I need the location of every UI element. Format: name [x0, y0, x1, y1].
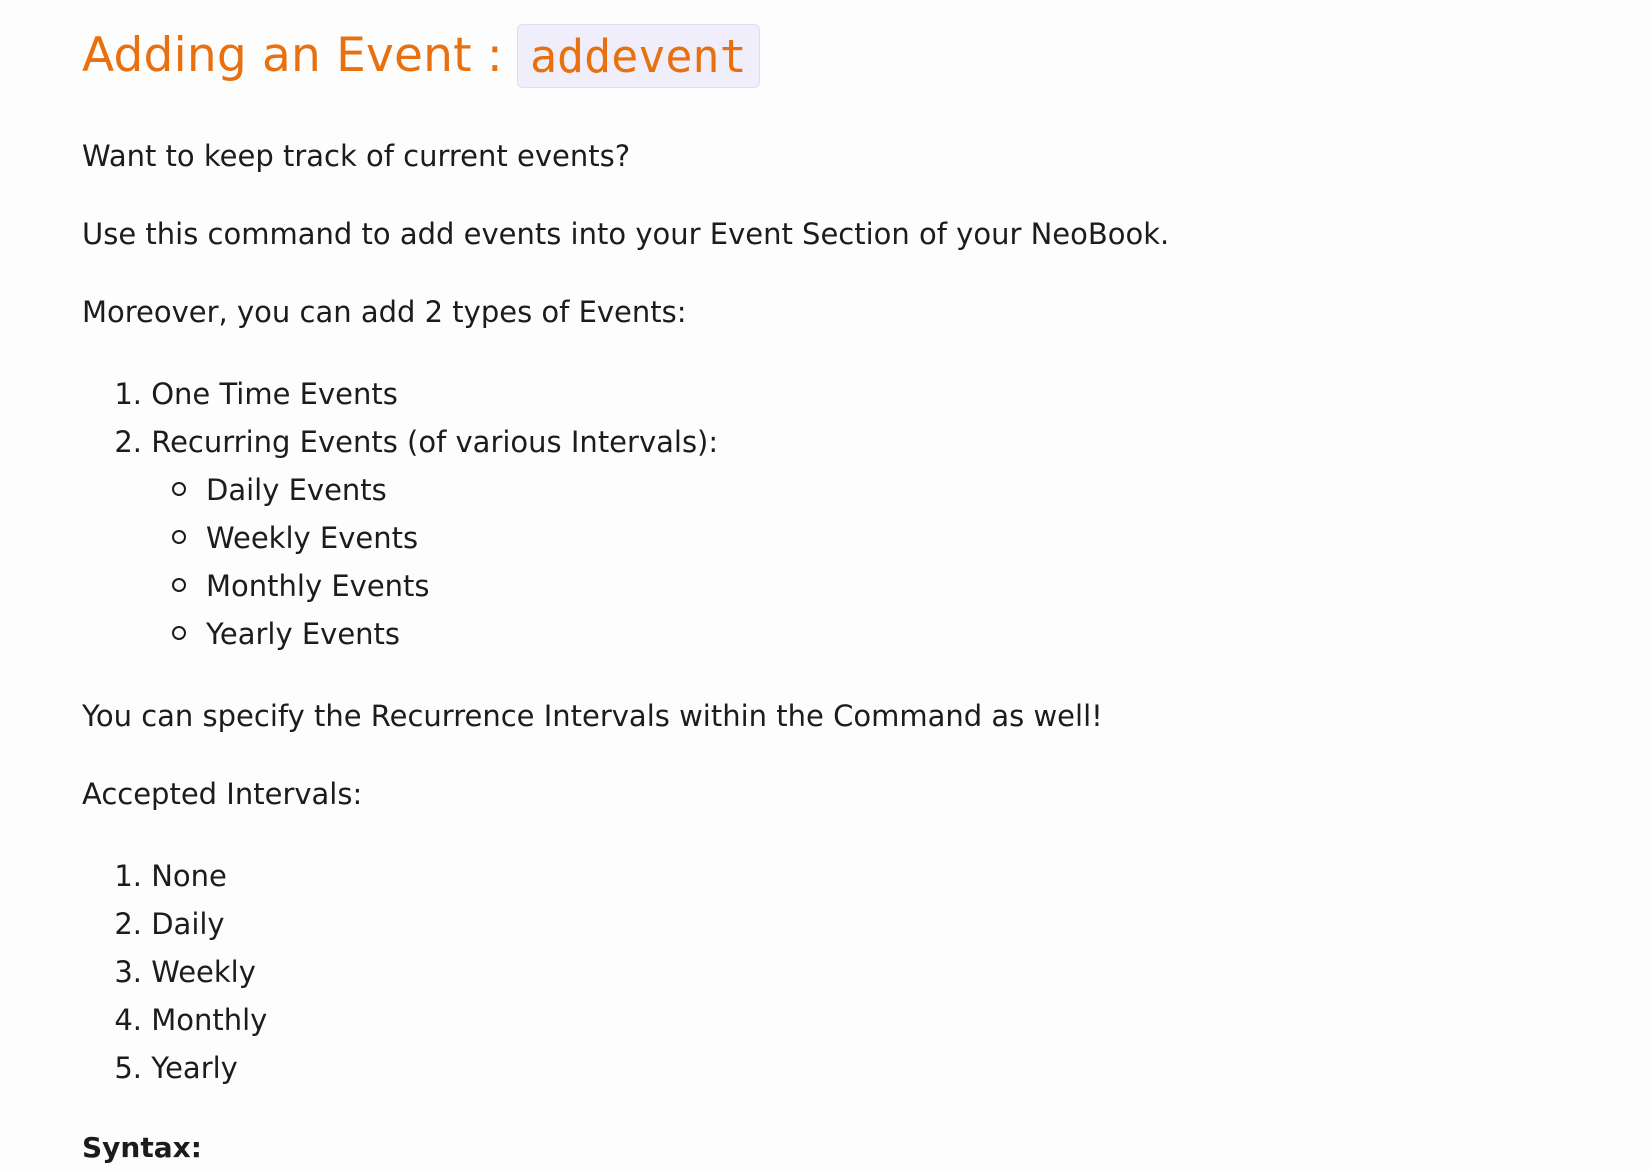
intervals-list: 1. None 2. Daily 3. Weekly 4. Monthly 5.… [82, 852, 1650, 1092]
list-number: 4. [114, 1003, 142, 1037]
list-item: 1. None [82, 852, 1650, 900]
page-title: Adding an Event : addevent [82, 24, 1650, 88]
list-item: 2. Daily [82, 900, 1650, 948]
list-item: 1. One Time Events [82, 370, 1650, 418]
sub-list-item: Daily Events [82, 466, 1650, 514]
sub-list-item-label: Monthly Events [206, 569, 430, 603]
list-item-label: Yearly [151, 1051, 238, 1085]
intervals-heading: Accepted Intervals: [82, 777, 363, 811]
list-item-label: Monthly [151, 1003, 268, 1037]
intro-paragraph-1: Want to keep track of current events? [82, 139, 631, 173]
list-number: 2. [114, 907, 142, 941]
list-item-label: One Time Events [151, 377, 398, 411]
circle-bullet-icon [172, 578, 186, 592]
sub-list-item: Monthly Events [82, 562, 1650, 610]
list-item: 4. Monthly [82, 996, 1650, 1044]
list-number: 1. [114, 377, 142, 411]
circle-bullet-icon [172, 530, 186, 544]
list-item: 5. Yearly [82, 1044, 1650, 1092]
command-code: addevent [516, 24, 760, 88]
sub-list-item: Weekly Events [82, 514, 1650, 562]
intro-paragraph-2: Use this command to add events into your… [82, 217, 1170, 251]
syntax-heading: Syntax: [82, 1131, 202, 1164]
list-number: 5. [114, 1051, 142, 1085]
list-item-label: None [151, 859, 227, 893]
event-types-list: 1. One Time Events 2. Recurring Events (… [82, 370, 1650, 658]
list-item-label: Recurring Events (of various Intervals): [151, 425, 719, 459]
document-page: Adding an Event : addevent Want to keep … [0, 0, 1650, 1170]
list-item-label: Weekly [151, 955, 256, 989]
list-number: 2. [114, 425, 142, 459]
recurrence-note: You can specify the Recurrence Intervals… [82, 699, 1103, 733]
list-item: 3. Weekly [82, 948, 1650, 996]
sub-list-item-label: Yearly Events [206, 617, 401, 651]
list-number: 1. [114, 859, 142, 893]
list-item: 2. Recurring Events (of various Interval… [82, 418, 1650, 658]
circle-bullet-icon [172, 482, 186, 496]
list-number: 3. [114, 955, 142, 989]
sub-list-item-label: Weekly Events [206, 521, 419, 555]
list-item-label: Daily [151, 907, 225, 941]
circle-bullet-icon [172, 626, 186, 640]
sub-list-item: Yearly Events [82, 610, 1650, 658]
sub-list-item-label: Daily Events [206, 473, 387, 507]
title-text: Adding an Event : [82, 28, 503, 83]
recurring-types-list: Daily Events Weekly Events Monthly Event… [82, 466, 1650, 658]
intro-paragraph-3: Moreover, you can add 2 types of Events: [82, 295, 687, 329]
